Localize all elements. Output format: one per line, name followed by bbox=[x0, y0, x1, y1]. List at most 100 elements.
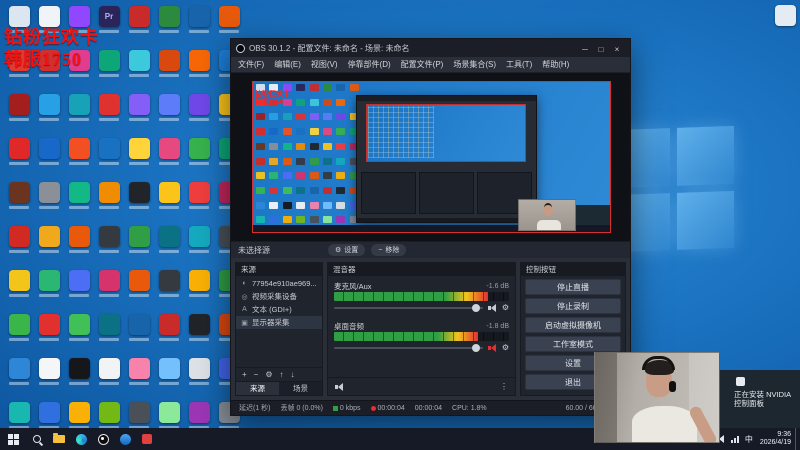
desktop-icon[interactable] bbox=[186, 138, 212, 165]
desktop-icon[interactable] bbox=[66, 314, 92, 341]
desktop-icon[interactable] bbox=[6, 138, 32, 165]
close-button[interactable]: × bbox=[609, 45, 625, 54]
desktop-icon[interactable] bbox=[186, 182, 212, 209]
desktop-icon[interactable] bbox=[96, 358, 122, 385]
desktop-icon[interactable] bbox=[156, 402, 182, 429]
desktop-icon[interactable] bbox=[126, 182, 152, 209]
desktop-icon[interactable] bbox=[66, 138, 92, 165]
remove-button[interactable]: − 移除 bbox=[371, 244, 407, 256]
taskbar-obs-icon[interactable] bbox=[92, 428, 114, 450]
desktop-icon[interactable] bbox=[126, 50, 152, 77]
desktop-icon[interactable] bbox=[96, 226, 122, 253]
taskbar-clock[interactable]: 9:36 2026/4/19 bbox=[756, 431, 795, 447]
menu-item[interactable]: 工具(T) bbox=[501, 59, 537, 70]
menu-item[interactable]: 停靠部件(D) bbox=[343, 59, 396, 70]
desktop-icon[interactable] bbox=[156, 314, 182, 341]
channel-settings-icon[interactable]: ⚙ bbox=[502, 303, 509, 312]
mute-button[interactable] bbox=[487, 303, 497, 312]
desktop-icon[interactable] bbox=[186, 270, 212, 297]
desktop-icon[interactable] bbox=[126, 138, 152, 165]
desktop-icon[interactable] bbox=[6, 270, 32, 297]
desktop-icon[interactable] bbox=[216, 6, 242, 33]
menu-item[interactable]: 文件(F) bbox=[233, 59, 269, 70]
desktop-icon[interactable] bbox=[186, 402, 212, 429]
desktop-icon[interactable] bbox=[126, 314, 152, 341]
taskbar-chat-icon[interactable] bbox=[114, 428, 136, 450]
taskbar-search-icon[interactable] bbox=[26, 428, 48, 450]
desktop-icon[interactable] bbox=[156, 270, 182, 297]
properties-button[interactable]: ⚙ 设置 bbox=[328, 244, 366, 256]
input-method-indicator[interactable]: 中 bbox=[742, 434, 756, 445]
desktop-icon[interactable] bbox=[66, 358, 92, 385]
taskbar-media-icon[interactable] bbox=[136, 428, 158, 450]
taskbar-folder-icon[interactable] bbox=[48, 428, 70, 450]
studio-mode-button[interactable]: 工作室模式 bbox=[525, 336, 621, 352]
desktop-icon[interactable] bbox=[36, 314, 62, 341]
menu-item[interactable]: 帮助(H) bbox=[537, 59, 574, 70]
source-item[interactable]: ◎ 视频采集设备 bbox=[236, 290, 322, 303]
desktop-icon[interactable] bbox=[6, 94, 32, 121]
taskbar-edge-icon[interactable] bbox=[70, 428, 92, 450]
desktop-icon[interactable] bbox=[6, 226, 32, 253]
desktop-icon[interactable] bbox=[156, 358, 182, 385]
desktop-icon[interactable] bbox=[6, 358, 32, 385]
desktop-icon[interactable] bbox=[6, 314, 32, 341]
desktop-icon[interactable] bbox=[6, 402, 32, 429]
show-desktop-button[interactable] bbox=[795, 428, 800, 450]
maximize-button[interactable]: □ bbox=[593, 45, 609, 54]
start-virtual-camera-button[interactable]: 启动虚拟摄像机 bbox=[525, 317, 621, 333]
desktop-icon[interactable] bbox=[156, 226, 182, 253]
desktop-icon[interactable] bbox=[66, 402, 92, 429]
volume-icon[interactable] bbox=[335, 382, 344, 391]
desktop-icon[interactable] bbox=[66, 226, 92, 253]
desktop-icon[interactable] bbox=[186, 314, 212, 341]
desktop-icon[interactable] bbox=[156, 50, 182, 77]
desktop-icon[interactable] bbox=[156, 138, 182, 165]
obs-canvas[interactable]: 钻粉狂欢卡 韩服1750 bbox=[252, 81, 611, 233]
desktop-icon[interactable] bbox=[126, 402, 152, 429]
desktop-icon[interactable] bbox=[156, 94, 182, 121]
desktop-icon[interactable] bbox=[66, 94, 92, 121]
desktop-icon[interactable] bbox=[96, 94, 122, 121]
source-item[interactable]: ▣ 显示器采集 bbox=[236, 316, 322, 329]
desktop-icon[interactable] bbox=[36, 226, 62, 253]
menu-item[interactable]: 编辑(E) bbox=[269, 59, 306, 70]
mute-button[interactable] bbox=[487, 343, 497, 352]
desktop-icon[interactable] bbox=[66, 182, 92, 209]
move-down-button[interactable]: ↓ bbox=[291, 370, 295, 379]
desktop-icon[interactable] bbox=[36, 358, 62, 385]
desktop-icon[interactable] bbox=[96, 50, 122, 77]
desktop-icon[interactable] bbox=[96, 314, 122, 341]
desktop-icon[interactable] bbox=[126, 94, 152, 121]
desktop-icon[interactable] bbox=[96, 402, 122, 429]
volume-slider[interactable] bbox=[334, 303, 483, 312]
add-button[interactable]: + bbox=[242, 370, 247, 379]
menu-item[interactable]: 配置文件(P) bbox=[396, 59, 449, 70]
desktop-icon[interactable] bbox=[36, 94, 62, 121]
stop-streaming-button[interactable]: 停止直播 bbox=[525, 279, 621, 295]
desktop-icon[interactable] bbox=[96, 138, 122, 165]
remove-button[interactable]: − bbox=[254, 370, 259, 379]
menu-item[interactable]: 视图(V) bbox=[306, 59, 343, 70]
desktop-icon[interactable] bbox=[186, 226, 212, 253]
stop-recording-button[interactable]: 停止录制 bbox=[525, 298, 621, 314]
desktop-icon[interactable] bbox=[186, 6, 212, 33]
network-icon[interactable] bbox=[730, 435, 739, 443]
desktop-icon[interactable] bbox=[36, 270, 62, 297]
desktop-icon[interactable] bbox=[156, 182, 182, 209]
desktop-icon[interactable] bbox=[36, 138, 62, 165]
obs-preview[interactable]: 钻粉狂欢卡 韩服1750 bbox=[231, 73, 630, 241]
mixer-menu-icon[interactable]: ⋮ bbox=[500, 382, 508, 391]
desktop-icon[interactable] bbox=[96, 182, 122, 209]
obs-titlebar[interactable]: OBS 30.1.2 - 配置文件: 未命名 - 场景: 未命名 ─ □ × bbox=[231, 39, 630, 57]
desktop-icon[interactable] bbox=[126, 270, 152, 297]
desktop-icon[interactable] bbox=[186, 358, 212, 385]
desktop-icon[interactable] bbox=[186, 50, 212, 77]
desktop-icon[interactable] bbox=[126, 226, 152, 253]
slider-knob[interactable] bbox=[471, 343, 480, 352]
menu-item[interactable]: 场景集合(S) bbox=[448, 59, 501, 70]
desktop-icon[interactable]: Pr bbox=[96, 6, 122, 33]
desktop-icon[interactable] bbox=[126, 6, 152, 33]
desktop-icon[interactable] bbox=[96, 270, 122, 297]
dock-tab[interactable]: 来源 bbox=[236, 382, 279, 395]
